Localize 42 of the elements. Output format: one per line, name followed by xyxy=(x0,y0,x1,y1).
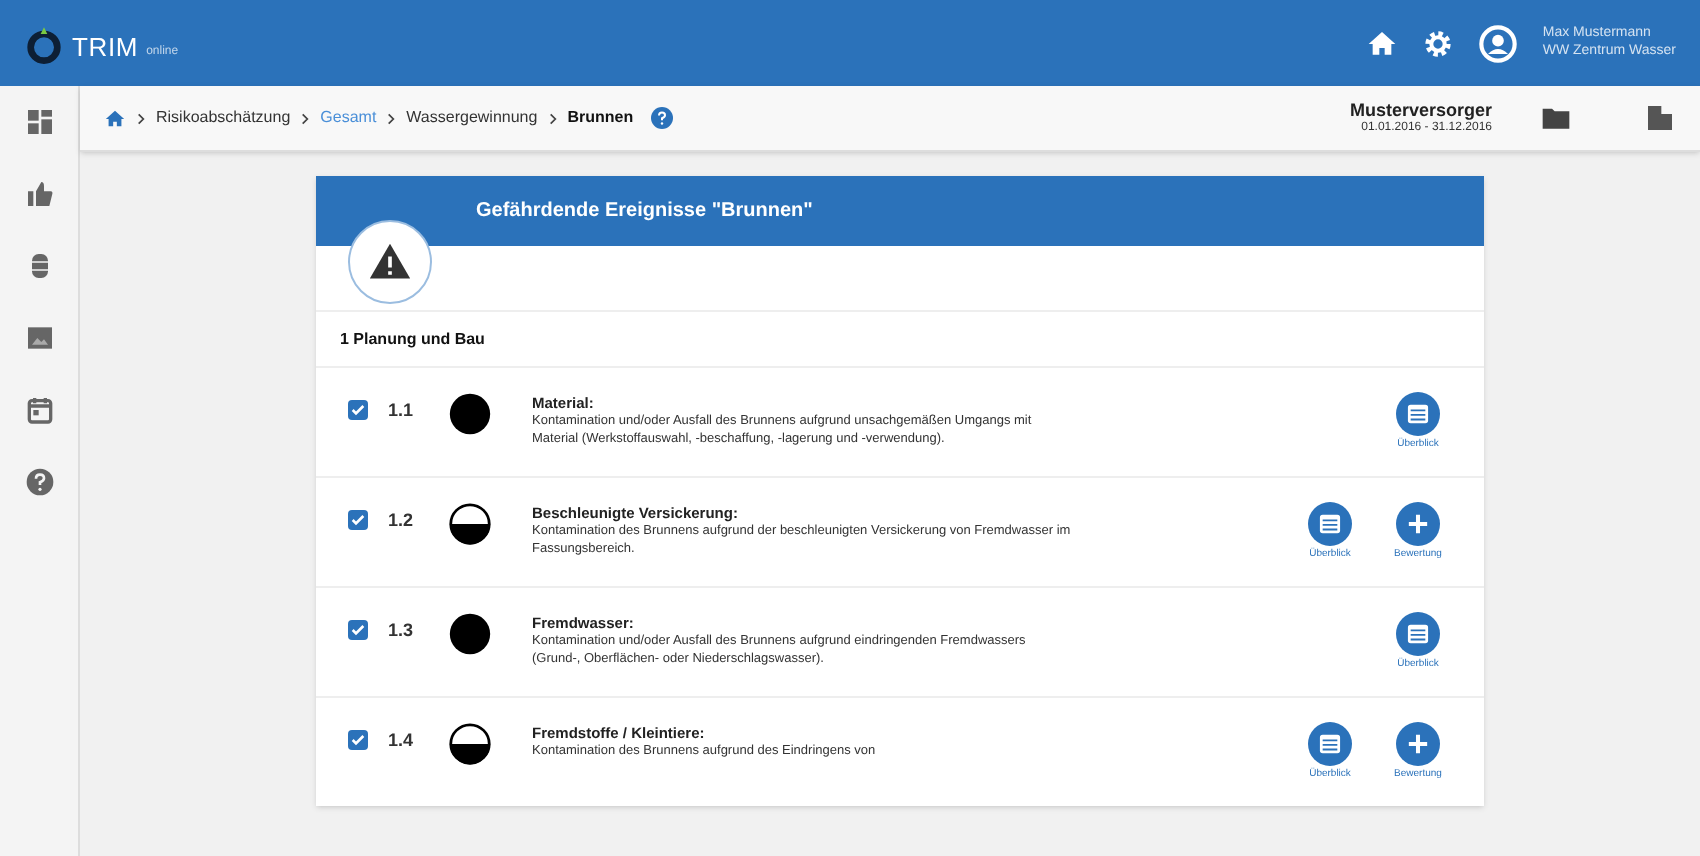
user-icon[interactable] xyxy=(1478,23,1519,63)
breadcrumb-link[interactable]: Brunnen xyxy=(567,106,634,130)
check-icon xyxy=(350,622,366,638)
settings-icon[interactable] xyxy=(1422,27,1455,59)
dashboard-icon[interactable] xyxy=(23,106,55,138)
checkbox[interactable] xyxy=(348,620,368,640)
chevron-right-icon xyxy=(298,111,313,125)
chevron-right-icon xyxy=(384,111,399,125)
breadcrumb-link[interactable]: Gesamt xyxy=(320,106,377,130)
event-number: 1.3 xyxy=(386,618,416,644)
help-icon[interactable] xyxy=(23,466,55,498)
list-icon xyxy=(1396,392,1440,436)
list-icon xyxy=(1308,722,1352,766)
plus-icon xyxy=(1396,502,1440,546)
image-icon[interactable] xyxy=(23,322,55,354)
checkbox[interactable] xyxy=(348,510,368,530)
checkbox[interactable] xyxy=(348,400,368,420)
event-number: 1.1 xyxy=(386,398,416,424)
list-icon xyxy=(1308,502,1352,546)
building-icon[interactable] xyxy=(1644,102,1676,134)
check-icon xyxy=(350,402,366,418)
breadcrumb-link[interactable]: Risikoabschätzung xyxy=(156,106,291,130)
list-icon xyxy=(1396,612,1440,656)
breadcrumb-link[interactable]: Wassergewinnung xyxy=(406,106,538,130)
supplier-name: Musterversorger xyxy=(1349,99,1492,121)
chevron-right-icon xyxy=(545,111,560,125)
section-title: 1 Planung und Bau xyxy=(340,327,485,351)
home-icon[interactable] xyxy=(1366,27,1399,59)
thumbs-up-icon[interactable] xyxy=(23,178,55,210)
home-icon[interactable] xyxy=(104,107,126,129)
event-number: 1.2 xyxy=(386,508,416,534)
warning-icon xyxy=(368,240,412,284)
check-icon xyxy=(350,512,366,528)
calendar-icon[interactable] xyxy=(23,394,55,426)
card-title: Gefährdende Ereignisse "Brunnen" xyxy=(476,198,813,226)
help-icon[interactable] xyxy=(649,106,674,130)
event-number: 1.4 xyxy=(386,728,416,754)
chevron-right-icon xyxy=(134,111,148,125)
check-icon xyxy=(350,732,366,748)
plus-icon xyxy=(1396,722,1440,766)
checkbox[interactable] xyxy=(348,730,368,750)
logo-text: TRIM xyxy=(72,30,139,66)
